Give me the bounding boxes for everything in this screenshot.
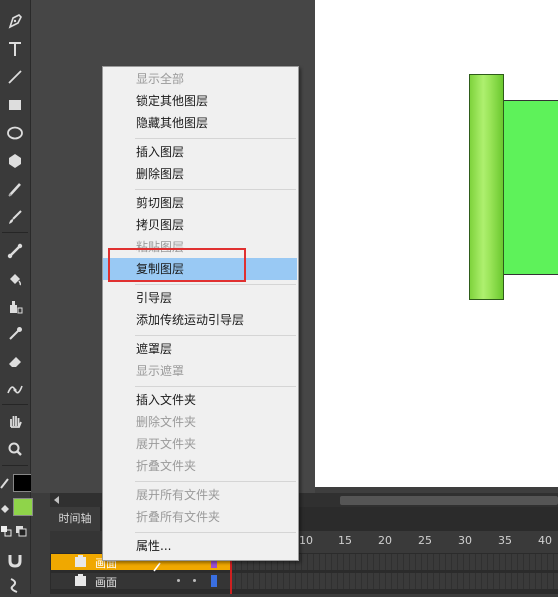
menu-item-lock-others[interactable]: 锁定其他图层 xyxy=(103,90,297,112)
text-tool-icon[interactable] xyxy=(4,38,26,60)
frame-number: 25 xyxy=(418,534,432,547)
menu-item-properties[interactable]: 属性... xyxy=(103,535,297,557)
gradient-cylinder-shape[interactable] xyxy=(469,74,504,300)
highlight-annotation-box xyxy=(108,248,246,282)
visibility-dot[interactable] xyxy=(177,579,180,582)
menu-item-add-motion-guide[interactable]: 添加传统运动引导层 xyxy=(103,309,297,331)
menu-item-copy-layer[interactable]: 拷贝图层 xyxy=(103,214,297,236)
swap-colors-icon[interactable] xyxy=(1,522,12,537)
menu-item-insert-folder[interactable]: 插入文件夹 xyxy=(103,389,297,411)
fill-bucket-icon xyxy=(0,500,9,513)
ink-bottle-tool-icon[interactable] xyxy=(4,296,26,318)
menu-separator xyxy=(135,284,296,285)
bone-tool-icon[interactable] xyxy=(4,240,26,262)
frame-number: 40 xyxy=(538,534,552,547)
lock-dot[interactable] xyxy=(193,579,196,582)
menu-separator xyxy=(135,335,296,336)
stroke-pencil-icon xyxy=(0,474,9,489)
frame-number: 20 xyxy=(378,534,392,547)
polystar-tool-icon[interactable] xyxy=(4,150,26,172)
menu-item-expand-folder: 展开文件夹 xyxy=(136,437,197,451)
layer-name: 画面 xyxy=(95,576,117,589)
layer-icon xyxy=(75,555,86,567)
menu-item-collapse-folder: 折叠文件夹 xyxy=(136,459,197,473)
frame-number: 15 xyxy=(338,534,352,547)
scroll-left-arrow-icon[interactable] xyxy=(54,496,59,504)
menu-separator xyxy=(135,386,296,387)
frame-number: 30 xyxy=(458,534,472,547)
green-rectangle-shape[interactable] xyxy=(503,100,558,275)
snap-magnet-icon[interactable] xyxy=(6,552,24,568)
width-tool-icon[interactable] xyxy=(4,378,26,400)
frame-number: 35 xyxy=(498,534,512,547)
oval-tool-icon[interactable] xyxy=(4,122,26,144)
menu-separator xyxy=(135,532,296,533)
line-tool-icon[interactable] xyxy=(4,66,26,88)
eraser-tool-icon[interactable] xyxy=(4,350,26,372)
layer-frames[interactable] xyxy=(230,573,558,589)
pen-tool-icon[interactable] xyxy=(4,10,26,32)
stroke-color-swatch[interactable] xyxy=(13,474,33,492)
menu-item-show-masking: 显示遮罩 xyxy=(136,364,185,378)
layer-icon xyxy=(75,574,86,586)
paint-bucket-tool-icon[interactable] xyxy=(4,268,26,290)
menu-item-collapse-all-folders: 折叠所有文件夹 xyxy=(136,510,221,524)
menu-item-delete-folder: 删除文件夹 xyxy=(136,415,197,429)
layer-color-swatch[interactable] xyxy=(211,575,217,587)
hand-tool-icon[interactable] xyxy=(4,410,26,432)
fill-color-swatch[interactable] xyxy=(13,498,33,516)
menu-item-cut-layer[interactable]: 剪切图层 xyxy=(103,192,297,214)
menu-separator xyxy=(135,189,296,190)
menu-item-delete-layer[interactable]: 删除图层 xyxy=(103,163,297,185)
zoom-tool-icon[interactable] xyxy=(4,438,26,460)
frame-number: 10 xyxy=(299,534,313,547)
menu-item-show-all: 显示全部 xyxy=(136,72,185,86)
tools-panel xyxy=(0,0,33,594)
menu-item-expand-all-folders: 展开所有文件夹 xyxy=(136,488,221,502)
menu-item-hide-others[interactable]: 隐藏其他图层 xyxy=(103,112,297,134)
menu-item-insert-layer[interactable]: 插入图层 xyxy=(103,141,297,163)
brush-tool-icon[interactable] xyxy=(4,206,26,228)
menu-item-mask[interactable]: 遮罩层 xyxy=(103,338,297,360)
default-colors-icon[interactable] xyxy=(16,522,27,537)
menu-item-guide[interactable]: 引导层 xyxy=(103,287,297,309)
smooth-icon[interactable] xyxy=(6,577,24,593)
scrollbar-thumb[interactable] xyxy=(340,496,558,505)
pencil-tool-icon[interactable] xyxy=(4,178,26,200)
eyedropper-tool-icon[interactable] xyxy=(4,322,26,344)
menu-separator xyxy=(135,138,296,139)
tab-timeline[interactable]: 时间轴 xyxy=(50,507,100,531)
rectangle-tool-icon[interactable] xyxy=(4,94,26,116)
menu-separator xyxy=(135,481,296,482)
